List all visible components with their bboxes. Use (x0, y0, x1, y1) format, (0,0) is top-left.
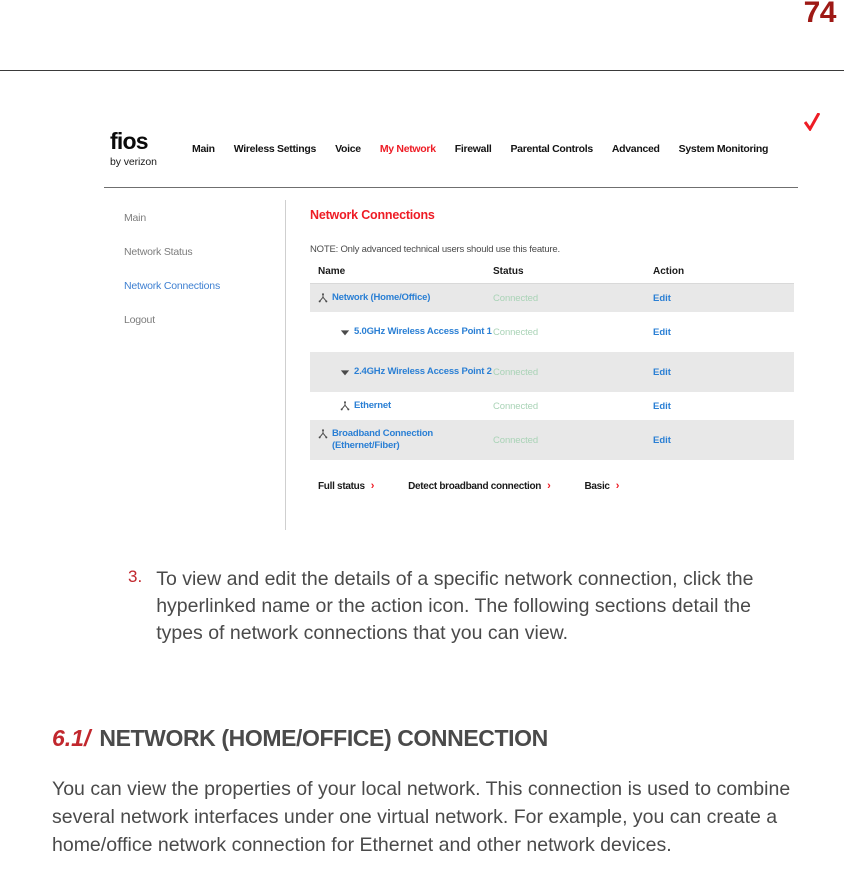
nav-divider (104, 187, 798, 188)
fios-byline: by verizon (110, 156, 157, 168)
connection-status: Connected (493, 400, 539, 412)
connection-name-label: Ethernet (354, 400, 391, 412)
content-title: Network Connections (310, 208, 435, 222)
basic-label: Basic (584, 480, 610, 492)
page-number: 74 (803, 0, 837, 29)
sidebar-item-network-connections[interactable]: Network Connections (124, 280, 285, 292)
table-row[interactable]: Broadband Connection (Ethernet/Fiber) Co… (310, 420, 794, 460)
fios-wordmark: fios (110, 128, 148, 154)
connection-status: Connected (493, 326, 539, 338)
nav-item-wireless-settings[interactable]: Wireless Settings (234, 143, 317, 155)
sidebar-item-main[interactable]: Main (124, 212, 285, 224)
table-footer-links: Full status › Detect broadband connectio… (310, 480, 808, 492)
full-status-link[interactable]: Full status › (318, 480, 374, 492)
detect-broadband-link[interactable]: Detect broadband connection › (408, 480, 551, 492)
full-status-label: Full status (318, 480, 365, 492)
router-content: Network Connections NOTE: Only advanced … (286, 200, 808, 530)
nav-item-list: Main Wireless Settings Voice My Network … (186, 120, 768, 155)
fios-logo: fios by verizon (110, 113, 820, 168)
connection-name-cell[interactable]: Broadband Connection (Ethernet/Fiber) (318, 428, 493, 452)
nav-item-parental-controls[interactable]: Parental Controls (510, 143, 593, 155)
connection-name-cell[interactable]: Ethernet (318, 400, 493, 412)
section-title: NETWORK (HOME/OFFICE) CONNECTION (99, 725, 548, 751)
connection-name-cell[interactable]: Network (Home/Office) (318, 292, 493, 304)
network-node-icon (340, 401, 350, 411)
nav-item-advanced[interactable]: Advanced (612, 143, 660, 155)
connection-status: Connected (493, 366, 539, 378)
connection-name-cell[interactable]: 2.4GHz Wireless Access Point 2 (318, 366, 493, 378)
connection-name-cell[interactable]: 5.0GHz Wireless Access Point 1 (318, 326, 493, 338)
router-body: Main Network Status Network Connections … (96, 200, 808, 530)
network-node-icon (318, 429, 328, 439)
connection-status: Connected (493, 292, 539, 304)
section-number: 6.1/ (52, 725, 91, 751)
column-header-status: Status (493, 266, 524, 277)
section-body-text: You can view the properties of your loca… (52, 778, 791, 856)
nav-item-system-monitoring[interactable]: System Monitoring (679, 143, 769, 155)
step-number: 3. (128, 567, 143, 586)
table-header-row: Name Status Action (310, 266, 794, 284)
connection-name-label: Network (Home/Office) (332, 292, 431, 304)
numbered-step: 3. To view and edit the details of a spe… (128, 566, 828, 647)
detect-broadband-label: Detect broadband connection (408, 480, 542, 492)
chevron-right-icon: › (370, 480, 375, 492)
edit-link[interactable]: Edit (653, 435, 794, 446)
router-top-nav: fios by verizon Main Wireless Settings V… (96, 113, 820, 188)
basic-link[interactable]: Basic › (585, 480, 620, 492)
network-node-icon (318, 293, 328, 303)
wifi-icon (340, 330, 350, 336)
header-divider (0, 70, 844, 71)
nav-item-main[interactable]: Main (192, 143, 215, 155)
nav-item-voice[interactable]: Voice (335, 143, 361, 155)
connection-name-label: 5.0GHz Wireless Access Point 1 (354, 326, 492, 338)
chevron-right-icon: › (547, 480, 551, 492)
content-note: NOTE: Only advanced technical users shou… (310, 244, 560, 255)
section-heading: 6.1/ NETWORK (HOME/OFFICE) CONNECTION (52, 725, 548, 752)
router-sidebar: Main Network Status Network Connections … (96, 200, 286, 530)
network-connections-table: Name Status Action Network (Home/Office)… (310, 266, 794, 460)
connection-name-label: Broadband Connection (Ethernet/Fiber) (332, 428, 434, 451)
table-row[interactable]: 2.4GHz Wireless Access Point 2 Connected… (310, 352, 794, 392)
nav-item-firewall[interactable]: Firewall (455, 143, 492, 155)
step-text: To view and edit the details of a specif… (156, 568, 754, 644)
sidebar-item-logout[interactable]: Logout (124, 314, 285, 326)
edit-link[interactable]: Edit (653, 327, 794, 338)
table-row[interactable]: Ethernet Connected Edit (310, 392, 794, 420)
router-ui-screenshot: fios by verizon Main Wireless Settings V… (96, 113, 820, 530)
edit-link[interactable]: Edit (653, 293, 794, 304)
column-header-name: Name (318, 266, 346, 277)
edit-link[interactable]: Edit (653, 367, 794, 378)
connection-status: Connected (493, 434, 539, 446)
table-row[interactable]: Network (Home/Office) Connected Edit (310, 284, 794, 312)
wifi-icon (340, 370, 350, 376)
sidebar-item-network-status[interactable]: Network Status (124, 246, 285, 258)
chevron-right-icon: › (615, 480, 620, 492)
column-header-action: Action (653, 266, 685, 277)
manual-page: 74 fios by verizon Main Wireless Setting… (0, 0, 844, 887)
connection-name-label: 2.4GHz Wireless Access Point 2 (354, 366, 492, 378)
edit-link[interactable]: Edit (653, 401, 794, 412)
nav-item-my-network[interactable]: My Network (380, 143, 436, 155)
table-row[interactable]: 5.0GHz Wireless Access Point 1 Connected… (310, 312, 794, 352)
verizon-check-icon (804, 113, 820, 131)
